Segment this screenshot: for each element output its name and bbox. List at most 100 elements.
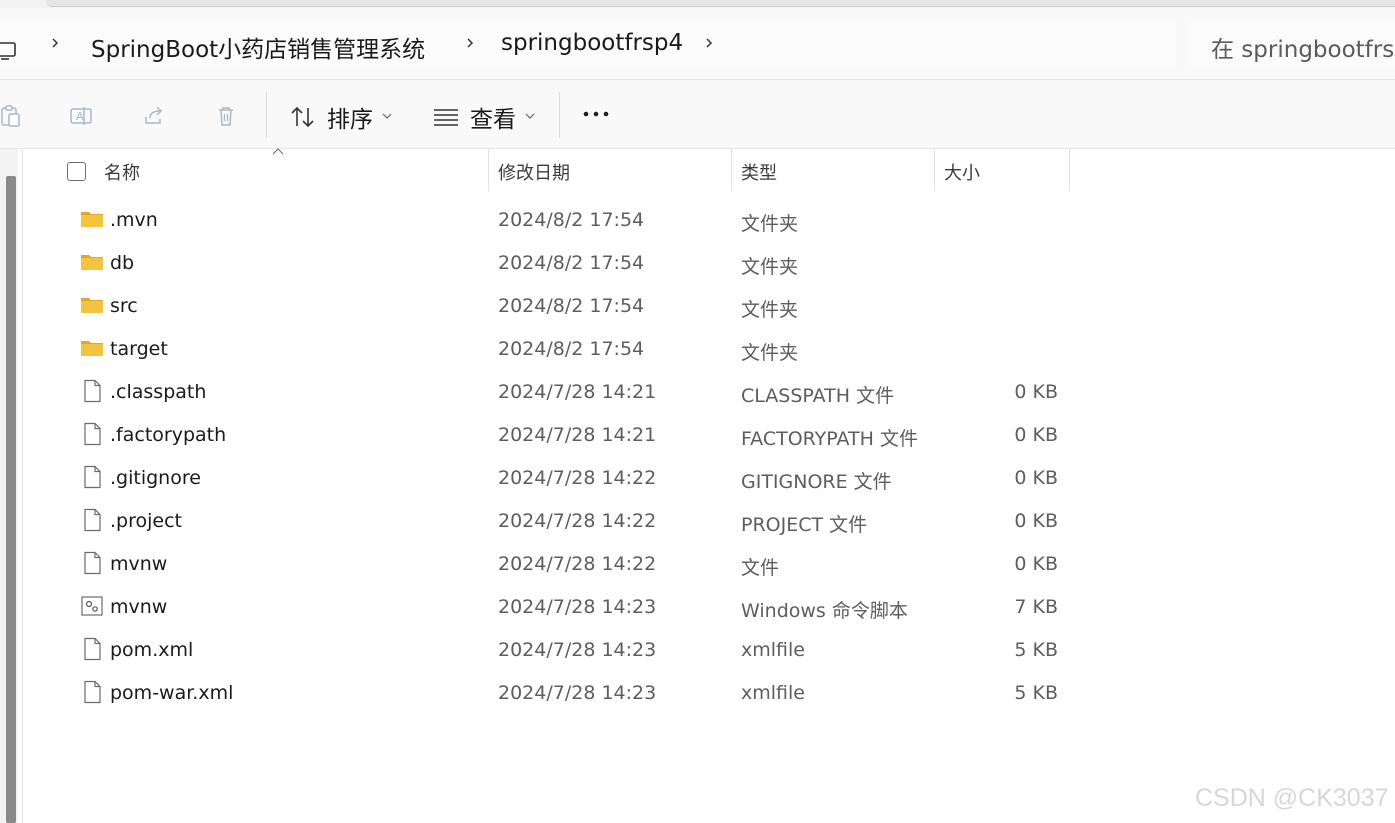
file-name: mvnw (110, 553, 168, 575)
file-name: src (110, 295, 138, 317)
file-name: pom.xml (110, 639, 194, 661)
folder-icon (80, 336, 104, 360)
file-row[interactable]: src 2024/8/2 17:54 文件夹 (60, 284, 1080, 327)
file-name: .gitignore (110, 467, 201, 489)
column-separator[interactable] (934, 149, 935, 191)
file-modified-date: 2024/8/2 17:54 (498, 338, 645, 360)
chevron-right-icon[interactable] (704, 38, 714, 48)
file-row[interactable]: .factorypath 2024/7/28 14:21 FACTORYPATH 文… (60, 413, 1080, 456)
column-modified[interactable]: 修改日期 (498, 159, 570, 185)
pane-divider[interactable] (22, 149, 23, 823)
this-pc-icon[interactable] (0, 42, 18, 60)
column-size[interactable]: 大小 (944, 159, 980, 185)
file-type: CLASSPATH 文件 (741, 385, 895, 407)
select-all-checkbox[interactable] (67, 162, 86, 181)
file-name: pom-war.xml (110, 682, 234, 704)
sort-ascending-icon (272, 148, 284, 155)
file-row[interactable]: mvnw 2024/7/28 14:22 文件 0 KB (60, 542, 1080, 585)
toolbar-separator (559, 92, 560, 138)
file-name: .classpath (110, 381, 207, 403)
file-icon (80, 637, 104, 661)
file-name: target (110, 338, 168, 360)
file-row[interactable]: pom-war.xml 2024/7/28 14:23 xmlfile 5 KB (60, 671, 1080, 714)
sort-icon (291, 106, 314, 128)
folder-icon (80, 250, 104, 274)
file-size: 0 KB (1014, 510, 1058, 532)
file-modified-date: 2024/8/2 17:54 (498, 295, 645, 317)
file-modified-date: 2024/7/28 14:21 (498, 424, 657, 446)
file-icon (80, 465, 104, 489)
view-button[interactable]: 查看 (433, 96, 543, 133)
file-size: 5 KB (1014, 682, 1058, 704)
file-icon (80, 508, 104, 532)
file-icon (80, 379, 104, 403)
breadcrumb-item-folder[interactable]: springbootfrsp4 (501, 30, 683, 56)
column-name[interactable]: 名称 (104, 159, 140, 185)
file-name: .factorypath (110, 424, 227, 446)
file-modified-date: 2024/7/28 14:21 (498, 381, 657, 403)
script-file-icon (80, 594, 104, 618)
sort-label: 排序 (327, 107, 373, 133)
tab-edge (46, 0, 1395, 7)
file-modified-date: 2024/7/28 14:22 (498, 510, 657, 532)
file-row[interactable]: .gitignore 2024/7/28 14:22 GITIGNORE 文件 0 K… (60, 456, 1080, 499)
column-header: 名称 修改日期 类型 大小 (23, 148, 1395, 193)
file-type: 文件 (741, 557, 780, 579)
address-bar[interactable]: SpringBoot小药店销售管理系统 springbootfrsp4 (0, 18, 1176, 70)
more-options-button[interactable] (582, 96, 616, 132)
file-modified-date: 2024/7/28 14:23 (498, 639, 657, 661)
file-modified-date: 2024/8/2 17:54 (498, 252, 645, 274)
navigation-pane-scrollbar[interactable] (0, 149, 18, 823)
file-row[interactable]: .classpath 2024/7/28 14:21 CLASSPATH 文件 0 K… (60, 370, 1080, 413)
file-name: .project (110, 510, 182, 532)
file-type: 文件夹 (741, 256, 799, 278)
paste-icon[interactable] (0, 104, 22, 128)
rename-icon[interactable]: A (69, 104, 93, 128)
title-strip (0, 0, 1395, 8)
file-modified-date: 2024/7/28 14:23 (498, 596, 657, 618)
file-row[interactable]: .project 2024/7/28 14:22 PROJECT 文件 0 KB (60, 499, 1080, 542)
file-type: 文件夹 (741, 342, 799, 364)
chevron-down-icon (382, 113, 392, 119)
share-icon[interactable] (142, 104, 166, 128)
file-size: 0 KB (1014, 553, 1058, 575)
file-type: 文件夹 (741, 213, 799, 235)
chevron-right-icon[interactable] (50, 38, 60, 48)
file-size: 5 KB (1014, 639, 1058, 661)
view-label: 查看 (470, 107, 516, 133)
file-row[interactable]: db 2024/8/2 17:54 文件夹 (60, 241, 1080, 284)
column-type[interactable]: 类型 (741, 159, 777, 185)
view-list-icon (434, 109, 458, 126)
file-row[interactable]: .mvn 2024/8/2 17:54 文件夹 (60, 198, 1080, 241)
file-row[interactable]: target 2024/8/2 17:54 文件夹 (60, 327, 1080, 370)
breadcrumb-item-project[interactable]: SpringBoot小药店销售管理系统 (91, 30, 425, 64)
column-separator[interactable] (1069, 149, 1070, 191)
file-modified-date: 2024/7/28 14:22 (498, 553, 657, 575)
column-separator[interactable] (488, 149, 489, 191)
file-icon (80, 551, 104, 575)
file-type: Windows 命令脚本 (741, 600, 908, 622)
delete-icon[interactable] (214, 104, 238, 128)
sort-button[interactable]: 排序 (290, 96, 400, 133)
file-type: 文件夹 (741, 299, 799, 321)
column-separator[interactable] (731, 149, 732, 191)
file-icon (80, 680, 104, 704)
file-row[interactable]: pom.xml 2024/7/28 14:23 xmlfile 5 KB (60, 628, 1080, 671)
search-placeholder: 在 springbootfrsp (1211, 37, 1395, 63)
file-icon (80, 422, 104, 446)
file-name: db (110, 252, 135, 274)
file-type: GITIGNORE 文件 (741, 471, 892, 493)
file-name: mvnw (110, 596, 168, 618)
toolbar-separator (266, 92, 267, 138)
file-size: 0 KB (1014, 381, 1058, 403)
more-icon (583, 111, 609, 117)
file-modified-date: 2024/8/2 17:54 (498, 209, 645, 231)
file-row[interactable]: mvnw 2024/7/28 14:23 Windows 命令脚本 7 KB (60, 585, 1080, 628)
search-input[interactable]: 在 springbootfrsp (1189, 18, 1395, 70)
file-size: 7 KB (1014, 596, 1058, 618)
address-row: SpringBoot小药店销售管理系统 springbootfrsp4 在 sp… (0, 8, 1395, 80)
chevron-right-icon[interactable] (465, 38, 475, 48)
file-type: FACTORYPATH 文件 (741, 428, 918, 450)
scrollbar-thumb[interactable] (6, 176, 16, 823)
file-type: xmlfile (741, 639, 805, 661)
